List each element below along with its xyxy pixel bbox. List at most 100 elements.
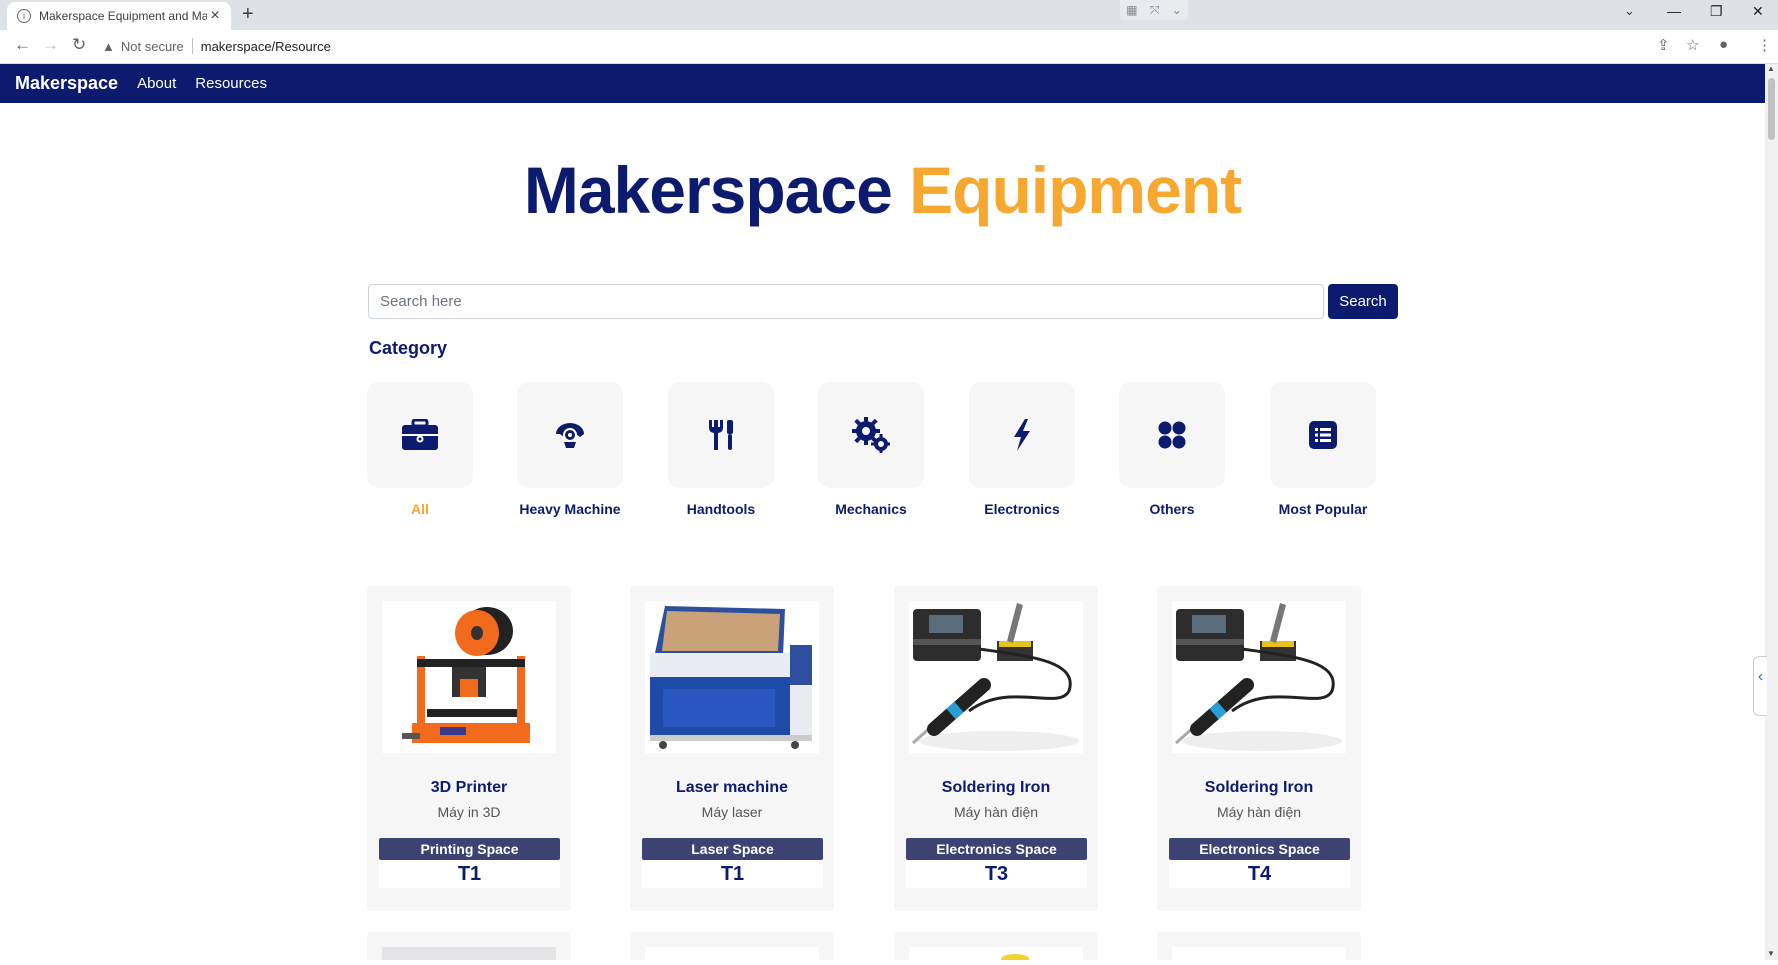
back-icon[interactable]: ← bbox=[14, 35, 31, 55]
search-button[interactable]: Search bbox=[1328, 284, 1398, 319]
share-icon[interactable]: ⇪ bbox=[1657, 36, 1670, 54]
equipment-image-laser-machine bbox=[645, 601, 819, 753]
address-bar[interactable]: ▲ Not secure makerspace/Resource bbox=[102, 32, 1662, 60]
nav-resources[interactable]: Resources bbox=[195, 75, 267, 92]
category-label: Mechanics bbox=[835, 501, 907, 517]
category-tile[interactable] bbox=[367, 382, 473, 488]
equipment-card[interactable]: Soldering Iron Máy hàn điện Electronics … bbox=[894, 586, 1098, 911]
space-badge: Electronics Space bbox=[1169, 838, 1350, 860]
category-tile[interactable] bbox=[818, 382, 924, 488]
restore-icon[interactable]: ❐ bbox=[1710, 3, 1723, 20]
info-icon: i bbox=[17, 9, 31, 23]
category-most-popular[interactable]: Most Popular bbox=[1270, 382, 1376, 518]
category-tile[interactable] bbox=[969, 382, 1075, 488]
gears-icon bbox=[852, 417, 890, 453]
scroll-down-icon[interactable]: ▼ bbox=[1767, 949, 1775, 958]
omnibox-separator bbox=[191, 38, 193, 54]
equipment-subtitle: Máy hàn điện bbox=[953, 804, 1039, 820]
menu-icon[interactable]: ⋮ bbox=[1757, 36, 1772, 54]
warning-icon: ▲ bbox=[102, 38, 115, 54]
reload-icon[interactable]: ↻ bbox=[72, 35, 86, 55]
category-label: Others bbox=[1149, 501, 1195, 517]
category-all[interactable]: All bbox=[367, 382, 473, 518]
equipment-card-partial[interactable] bbox=[1157, 932, 1361, 960]
category-label: All bbox=[411, 501, 429, 517]
equipment-card[interactable]: Laser machine Máy laser Laser Space T1 bbox=[630, 586, 834, 911]
category-label: Handtools bbox=[686, 501, 756, 517]
minimize-icon[interactable]: — bbox=[1667, 3, 1681, 19]
tab-title: Makerspace Equipment and Mat bbox=[39, 9, 207, 23]
equipment-code: T1 bbox=[642, 860, 823, 888]
category-heading: Category bbox=[369, 338, 448, 358]
category-electronics[interactable]: Electronics bbox=[969, 382, 1075, 518]
expand-icon[interactable]: ⤧ bbox=[1150, 3, 1160, 18]
category-tile[interactable] bbox=[1270, 382, 1376, 488]
equipment-image-partial bbox=[909, 947, 1083, 964]
profile-icon[interactable]: ● bbox=[1719, 36, 1728, 53]
brand-logo[interactable]: Makerspace bbox=[15, 73, 118, 94]
category-tile[interactable] bbox=[517, 382, 623, 488]
category-others[interactable]: Others bbox=[1119, 382, 1225, 518]
saw-icon bbox=[556, 423, 584, 448]
equipment-name: Soldering Iron bbox=[1204, 779, 1314, 796]
browser-tab[interactable]: i Makerspace Equipment and Mat × bbox=[7, 2, 231, 30]
browser-toolbar: ← → ↻ ▲ Not secure makerspace/Resource ⇪… bbox=[0, 30, 1778, 64]
page-scrollbar[interactable]: ▲ ▼ bbox=[1765, 64, 1778, 960]
category-label: Electronics bbox=[984, 501, 1060, 517]
category-label: Most Popular bbox=[1278, 501, 1368, 517]
grid-icon[interactable]: ▦ bbox=[1126, 3, 1137, 17]
toolbox-icon bbox=[402, 419, 438, 450]
equipment-subtitle: Máy hàn điện bbox=[1216, 804, 1302, 820]
equipment-image-soldering-iron bbox=[909, 601, 1083, 753]
chevron-down-icon[interactable]: ⌄ bbox=[1172, 3, 1182, 17]
category-heavy-machine[interactable]: Heavy Machine bbox=[517, 382, 623, 518]
equipment-image-3d-printer bbox=[382, 601, 556, 753]
category-tile[interactable] bbox=[668, 382, 774, 488]
side-panel-toggle[interactable]: ‹ bbox=[1753, 656, 1767, 716]
equipment-image-partial bbox=[645, 947, 819, 960]
extension-float-bar: ▦ ⤧ ⌄ bbox=[1120, 0, 1188, 20]
close-window-icon[interactable]: ✕ bbox=[1752, 3, 1764, 20]
equipment-subtitle: Máy laser bbox=[701, 804, 763, 820]
equipment-card[interactable]: 3D Printer Máy in 3D Printing Space T1 bbox=[367, 586, 571, 911]
category-mechanics[interactable]: Mechanics bbox=[818, 382, 924, 518]
close-tab-icon[interactable]: × bbox=[207, 7, 223, 25]
title-main: Makerspace bbox=[523, 153, 893, 227]
new-tab-icon[interactable]: + bbox=[242, 3, 254, 26]
category-handtools[interactable]: Handtools bbox=[668, 382, 774, 518]
equipment-card[interactable]: Soldering Iron Máy hàn điện Electronics … bbox=[1157, 586, 1361, 911]
tools-icon bbox=[709, 420, 733, 450]
bolt-icon bbox=[1014, 419, 1030, 451]
space-badge: Printing Space bbox=[379, 838, 560, 860]
list-icon bbox=[1309, 421, 1337, 449]
space-badge: Electronics Space bbox=[906, 838, 1087, 860]
forward-icon[interactable]: → bbox=[42, 35, 59, 55]
category-tile[interactable] bbox=[1119, 382, 1225, 488]
equipment-name: Soldering Iron bbox=[941, 779, 1051, 796]
dots-icon bbox=[1158, 421, 1186, 449]
equipment-image-soldering-iron bbox=[1172, 601, 1346, 753]
tab-search-icon[interactable]: ⌄ bbox=[1624, 3, 1635, 19]
equipment-card-partial[interactable] bbox=[630, 932, 834, 960]
title-accent: Equipment bbox=[909, 153, 1242, 227]
chevron-left-icon: ‹ bbox=[1757, 668, 1764, 685]
equipment-name: Laser machine bbox=[675, 779, 789, 796]
browser-tab-strip: i Makerspace Equipment and Mat × + ▦ ⤧ ⌄… bbox=[0, 0, 1778, 30]
equipment-image-partial bbox=[1172, 947, 1346, 960]
equipment-subtitle: Máy in 3D bbox=[437, 804, 501, 820]
site-navbar: Makerspace About Resources bbox=[0, 64, 1765, 103]
nav-about[interactable]: About bbox=[137, 75, 176, 92]
equipment-card-partial[interactable] bbox=[367, 932, 571, 960]
equipment-name: 3D Printer bbox=[430, 779, 508, 796]
url-text: makerspace/Resource bbox=[200, 38, 331, 54]
equipment-card-partial[interactable] bbox=[894, 932, 1098, 964]
bookmark-star-icon[interactable]: ☆ bbox=[1686, 36, 1699, 54]
space-badge: Laser Space bbox=[642, 838, 823, 860]
scrollbar-thumb[interactable] bbox=[1768, 78, 1775, 140]
page-title: Makerspace Equipment bbox=[0, 152, 1765, 228]
search-input[interactable] bbox=[368, 284, 1324, 319]
scroll-up-icon[interactable]: ▲ bbox=[1767, 64, 1775, 73]
equipment-code: T3 bbox=[906, 860, 1087, 888]
equipment-image-partial bbox=[382, 947, 556, 960]
not-secure-label: Not secure bbox=[120, 38, 184, 54]
